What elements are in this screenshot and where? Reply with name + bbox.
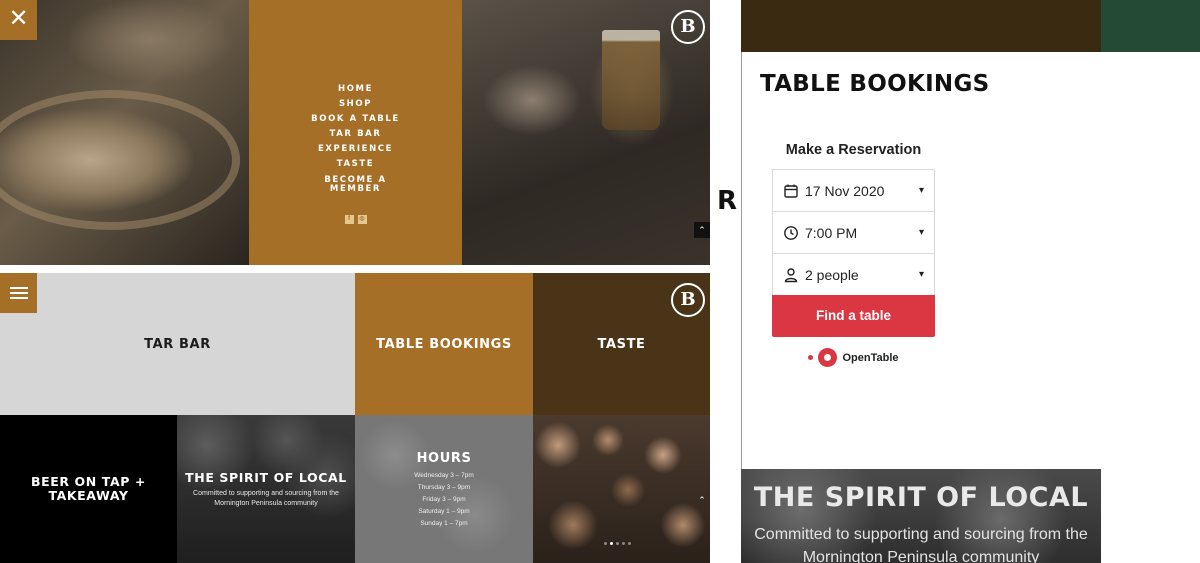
menu-item-taste[interactable]: TASTE [249,157,462,172]
home-grid-screen: TAR BAR TABLE BOOKINGS TASTE BEER ON TAP… [0,273,710,563]
spirit-heading: THE SPIRIT OF LOCAL [753,482,1089,513]
background-panel [717,353,741,563]
find-table-button[interactable]: Find a table [772,295,935,337]
hours-sunday: Sunday 1 – 7pm [420,520,468,527]
header-strip-dark [741,0,1101,52]
main-menu: HOME SHOP BOOK A TABLE TAR BAR EXPERIENC… [249,0,462,265]
facebook-icon[interactable]: f [344,215,354,224]
tile-spirit-title: THE SPIRIT OF LOCAL [185,469,347,485]
carousel-dot[interactable] [622,542,625,545]
menu-list: HOME SHOP BOOK A TABLE TAR BAR EXPERIENC… [249,82,462,194]
chevron-down-icon: ▾ [918,269,924,280]
booking-modal: TABLE BOOKINGS Make a Reservation 17 Nov… [742,52,1200,469]
spirit-sub-line2: Mornington Peninsula community [802,549,1040,563]
menu-item-book-a-table[interactable]: BOOK A TABLE [249,112,462,127]
tile-spirit-sub-line2: Mornington Peninsula community [214,499,318,507]
modal-title: TABLE BOOKINGS [760,71,990,97]
tile-spirit-subtitle: Committed to supporting and sourcing fro… [193,489,339,509]
opentable-dot-icon [808,355,814,360]
tile-beer-title-line1: BEER ON TAP + [30,474,147,489]
carousel-dot[interactable] [628,542,631,545]
brand-logo[interactable]: B [671,10,705,44]
reservation-widget: Make a Reservation 17 Nov 2020 ▾ 7:00 PM… [772,142,935,367]
opentable-logo-icon [818,348,838,367]
tile-table-bookings-title: TABLE BOOKINGS [376,336,512,352]
chevron-down-icon: ▾ [918,185,924,196]
tile-tar-bar[interactable]: TAR BAR [0,273,355,415]
booking-screen: R THE SPIRIT OF LOCAL Committed to suppo… [717,0,1200,563]
tile-hours: HOURS Wednesday 3 – 7pm Thursday 3 – 9pm… [355,415,533,563]
menu-item-home[interactable]: HOME [249,82,462,97]
tile-spirit-sub-line1: Committed to supporting and sourcing fro… [193,489,339,497]
time-select[interactable]: 7:00 PM ▾ [772,211,935,253]
tile-beer-title-line2: TAKEAWAY [48,488,129,503]
social-links: f ◎ [249,207,462,225]
pizza-photo [0,0,249,265]
brand-logo[interactable]: B [671,283,705,317]
spirit-subheading: Committed to supporting and sourcing fro… [741,523,1101,563]
beer-glass-image [602,30,660,130]
menu-item-become-a-member[interactable]: BECOME A MEMBER [249,176,462,194]
carousel-dot[interactable] [604,542,607,545]
date-select[interactable]: 17 Nov 2020 ▾ [772,169,935,211]
hours-list: Wednesday 3 – 7pm Thursday 3 – 9pm Frida… [414,470,474,530]
menu-overlay-screen: HOME SHOP BOOK A TABLE TAR BAR EXPERIENC… [0,0,710,265]
party-size-select[interactable]: 2 people ▾ [772,253,935,295]
spirit-sub-line1: Committed to supporting and sourcing fro… [754,526,1088,543]
tile-taste-title: TASTE [597,336,646,352]
background-panel [717,0,741,353]
hamburger-icon[interactable] [0,273,37,313]
scroll-up-icon[interactable]: ⌃ [694,222,710,238]
date-value: 17 Nov 2020 [805,182,885,199]
carousel-dot[interactable] [616,542,619,545]
tile-tar-bar-title: TAR BAR [144,336,211,352]
instagram-icon[interactable]: ◎ [357,215,367,224]
menu-item-become-a-line2: MEMBER [329,184,382,194]
chevron-down-icon: ▾ [918,227,924,238]
hours-thursday: Thursday 3 – 9pm [417,484,471,491]
opentable-branding[interactable]: OpenTable [772,348,935,367]
hours-wednesday: Wednesday 3 – 7pm [414,472,474,479]
time-value: 7:00 PM [805,224,858,241]
background-letter: R [717,186,738,216]
background-panel [1101,469,1200,563]
opentable-brand-name: OpenTable [842,351,899,364]
clock-icon [784,225,798,240]
close-icon[interactable]: ✕ [0,0,37,40]
hours-saturday: Saturday 1 – 9pm [418,508,470,515]
scroll-up-icon[interactable]: ⌃ [694,492,710,508]
pizza-image [0,90,240,230]
party-size-value: 2 people [805,266,859,283]
tile-spirit-of-local[interactable]: THE SPIRIT OF LOCAL Committed to support… [177,415,355,563]
calendar-icon [784,184,798,198]
tile-crowd-photo[interactable] [533,415,710,563]
menu-item-experience[interactable]: EXPERIENCE [249,142,462,157]
menu-item-shop[interactable]: SHOP [249,97,462,112]
carousel-dot-active[interactable] [610,542,613,545]
tile-beer-on-tap[interactable]: BEER ON TAP + TAKEAWAY [0,415,177,563]
person-icon [784,267,798,282]
tile-hours-title: HOURS [416,451,472,466]
header-strip-green [1101,0,1200,52]
beer-photo [462,0,710,265]
hours-friday: Friday 3 – 9pm [422,496,466,503]
carousel-dots [604,542,631,545]
tile-table-bookings[interactable]: TABLE BOOKINGS [355,273,533,415]
menu-item-tar-bar[interactable]: TAR BAR [249,127,462,142]
reservation-heading: Make a Reservation [785,142,922,158]
